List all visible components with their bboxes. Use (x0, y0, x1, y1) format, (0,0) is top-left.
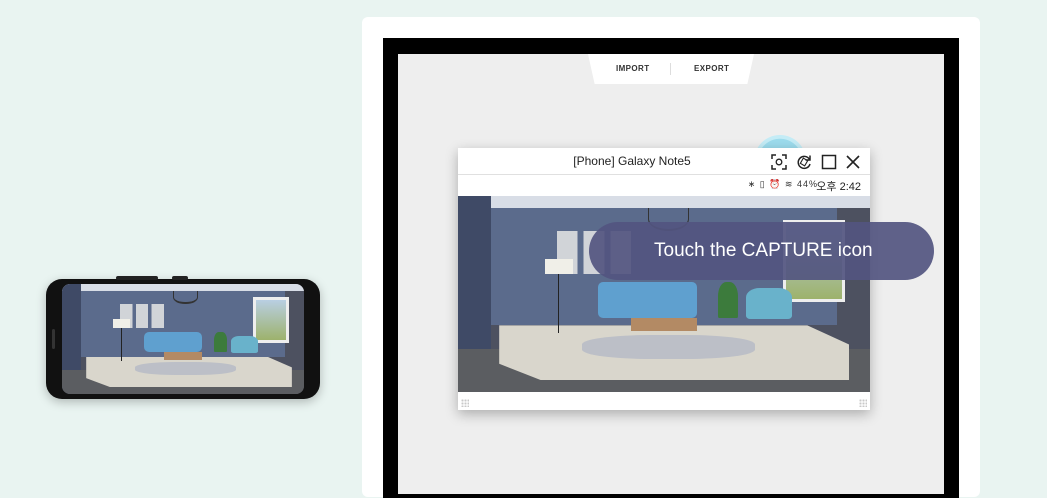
top-toolbar: IMPORT EXPORT (588, 54, 754, 84)
resize-handle-right[interactable] (859, 399, 867, 407)
window-title: [Phone] Galaxy Note5 (573, 154, 691, 168)
phone-side-button (172, 276, 188, 280)
phone-side-button (116, 276, 158, 280)
phone-screen (62, 284, 304, 394)
import-button[interactable]: IMPORT (616, 64, 650, 73)
room-scene-image (62, 284, 304, 394)
maximize-icon[interactable] (820, 153, 838, 171)
toolbar-divider (670, 63, 671, 75)
phone-illustration (46, 276, 320, 399)
capture-icon[interactable] (770, 153, 788, 171)
resize-handle-left[interactable] (461, 399, 469, 407)
instruction-tooltip: Touch the CAPTURE icon (589, 222, 934, 280)
tooltip-text: Touch the CAPTURE icon (654, 240, 873, 261)
rotate-icon[interactable] (795, 153, 813, 171)
status-icons: ∗ ▯ ⏰ ≋ 44% (747, 179, 818, 189)
device-status-bar: ∗ ▯ ⏰ ≋ 44% 오후 2:42 (458, 175, 870, 195)
export-button[interactable]: EXPORT (694, 64, 729, 73)
close-icon[interactable] (844, 153, 862, 171)
phone-speaker (52, 329, 55, 349)
status-time: 오후 2:42 (816, 181, 861, 193)
